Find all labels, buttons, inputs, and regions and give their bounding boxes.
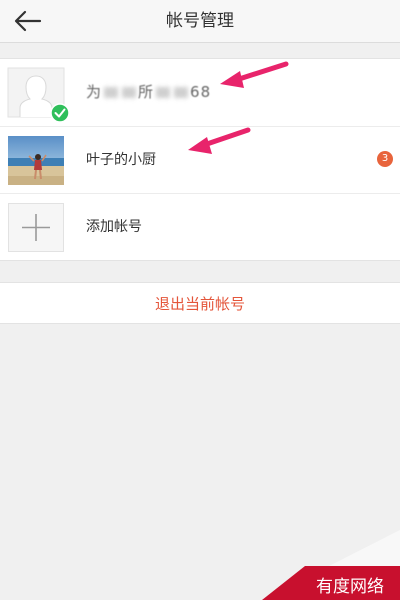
account-row-current[interactable]: 为所 68 [0, 59, 400, 126]
beach-photo-avatar [8, 136, 64, 185]
account-name-blurred: 为所 68 [86, 83, 212, 101]
watermark-text: 有度网络 [316, 577, 384, 597]
unread-badge: 3 [377, 151, 393, 167]
default-avatar-icon [7, 67, 70, 123]
plus-icon [22, 214, 50, 241]
add-account-row[interactable]: 添加帐号 [0, 193, 400, 260]
logout-button[interactable]: 退出当前帐号 [0, 282, 400, 324]
add-account-label: 添加帐号 [86, 219, 142, 235]
page-title: 帐号管理 [166, 11, 234, 31]
account-row-second[interactable]: 叶子的小厨 [0, 126, 400, 193]
account-list: 为所 68 叶子的小厨 添加帐号 [0, 58, 400, 261]
check-circle-icon [50, 103, 70, 123]
account-name: 叶子的小厨 [86, 152, 156, 168]
header-bar: 帐号管理 [0, 0, 400, 43]
add-account-box [8, 203, 64, 252]
